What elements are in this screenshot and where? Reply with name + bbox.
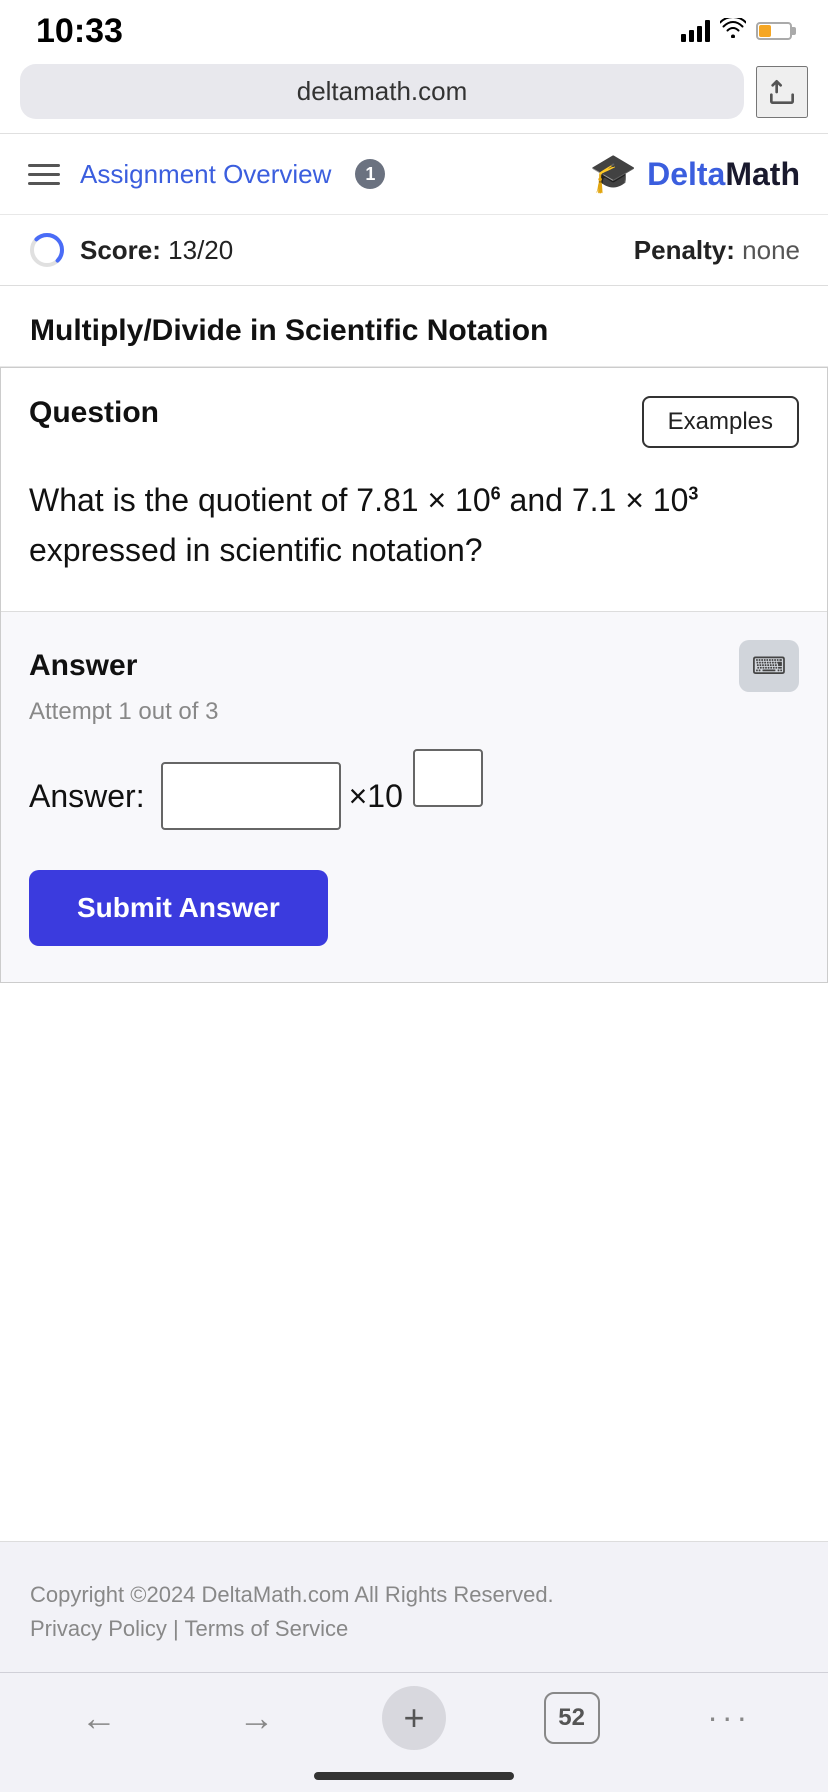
- topic-title: Multiply/Divide in Scientific Notation: [0, 286, 828, 367]
- plus-circle-icon: +: [382, 1686, 446, 1750]
- battery-icon: [756, 22, 792, 40]
- share-button[interactable]: [756, 66, 808, 118]
- score-bar: Score: 13/20 Penalty: none: [0, 215, 828, 286]
- assignment-badge: 1: [355, 159, 385, 189]
- answer-label: Answer: [29, 649, 137, 683]
- more-options-icon: ···: [707, 1699, 751, 1736]
- question-label: Question: [29, 396, 159, 430]
- answer-exponent-input[interactable]: [413, 749, 483, 807]
- back-arrow-icon: ←: [81, 1697, 117, 1739]
- footer-copyright: Copyright ©2024 DeltaMath.com All Rights…: [30, 1582, 798, 1608]
- hamburger-menu-icon[interactable]: [28, 164, 60, 185]
- assignment-overview-link[interactable]: Assignment Overview: [80, 159, 331, 190]
- signal-bars-icon: [681, 20, 710, 42]
- tab-count-box: 52: [544, 1692, 600, 1744]
- footer-links[interactable]: Privacy Policy | Terms of Service: [30, 1616, 798, 1642]
- logo-area: 🎓 DeltaMath: [590, 152, 800, 196]
- status-time: 10:33: [36, 12, 123, 51]
- footer-area: Copyright ©2024 DeltaMath.com All Rights…: [0, 1541, 828, 1672]
- times-symbol: ×10: [349, 778, 403, 815]
- new-tab-button[interactable]: +: [379, 1688, 449, 1748]
- score-text: Score: 13/20: [80, 235, 233, 266]
- status-icons: [681, 18, 792, 44]
- question-body: What is the quotient of 7.81 × 106 and 7…: [1, 448, 827, 611]
- answer-input-row: Answer: ×10: [29, 762, 799, 830]
- answer-prefix-label: Answer:: [29, 778, 145, 815]
- attempt-text: Attempt 1 out of 3: [29, 698, 799, 726]
- tabs-button[interactable]: 52: [537, 1688, 607, 1748]
- home-indicator: [0, 1772, 828, 1792]
- browser-bar: deltamath.com: [0, 54, 828, 134]
- nav-bar: Assignment Overview 1 🎓 DeltaMath: [0, 134, 828, 215]
- logo-text: DeltaMath: [647, 156, 800, 193]
- home-bar: [314, 1772, 514, 1780]
- answer-coefficient-input[interactable]: [161, 762, 341, 830]
- forward-arrow-icon: →: [238, 1697, 274, 1739]
- keyboard-button[interactable]: ⌨: [739, 640, 799, 692]
- more-options-button[interactable]: ···: [694, 1688, 764, 1748]
- bottom-browser-bar: ← → + 52 ···: [0, 1672, 828, 1772]
- wifi-icon: [720, 18, 746, 44]
- score-ring-icon: [28, 231, 66, 269]
- url-bar[interactable]: deltamath.com: [20, 64, 744, 119]
- back-button[interactable]: ←: [64, 1688, 134, 1748]
- keyboard-icon: ⌨: [752, 652, 787, 681]
- forward-button[interactable]: →: [221, 1688, 291, 1748]
- examples-button[interactable]: Examples: [642, 396, 799, 448]
- question-text-part1: What is the quotient of 7.81 × 106 and 7…: [29, 482, 698, 568]
- question-header: Question Examples: [1, 368, 827, 448]
- penalty-text: Penalty: none: [634, 235, 800, 266]
- answer-section: Answer ⌨ Attempt 1 out of 3 Answer: ×10 …: [1, 611, 827, 982]
- status-bar: 10:33: [0, 0, 828, 54]
- logo-cap-icon: 🎓: [590, 152, 637, 196]
- submit-answer-button[interactable]: Submit Answer: [29, 870, 328, 946]
- main-content: Multiply/Divide in Scientific Notation Q…: [0, 286, 828, 1541]
- answer-header: Answer ⌨: [29, 640, 799, 692]
- question-section: Question Examples What is the quotient o…: [0, 367, 828, 983]
- url-text: deltamath.com: [297, 76, 468, 107]
